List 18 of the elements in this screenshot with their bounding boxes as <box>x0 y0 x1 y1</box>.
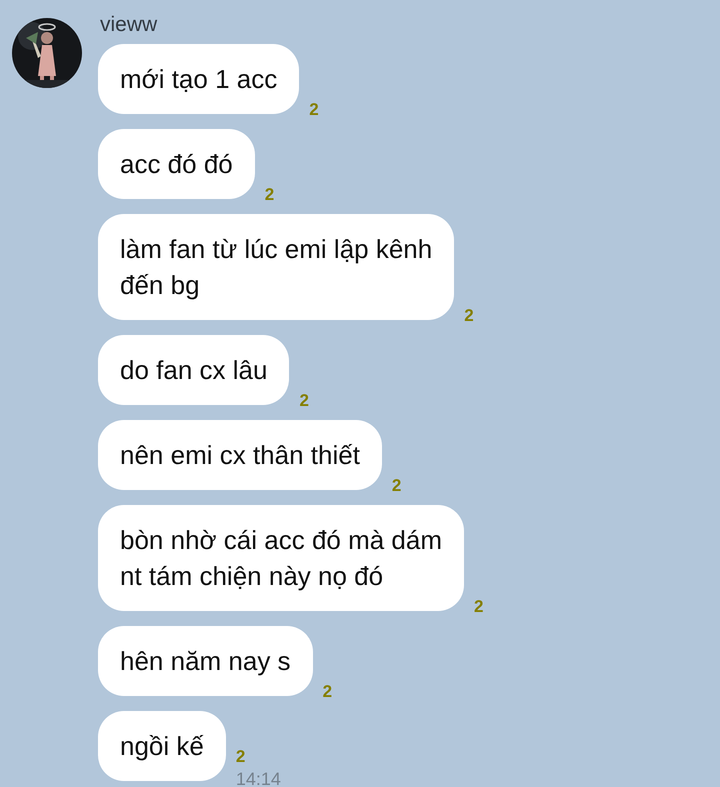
read-count: 2 <box>236 747 246 767</box>
message-bubble: acc đó đó <box>98 129 255 199</box>
sender-name: vieww <box>100 12 158 38</box>
message-bubble: nên emi cx thân thiết <box>98 420 382 490</box>
message-bubble: mới tạo 1 acc <box>98 44 300 114</box>
message-bubble: làm fan từ lúc emi lập kênh đến bg <box>98 214 454 320</box>
read-count: 2 <box>299 391 309 411</box>
message-bubble: ngồi kế <box>98 711 226 781</box>
message-bubble: hên năm nay s <box>98 626 313 696</box>
read-count: 2 <box>392 476 402 496</box>
read-count: 2 <box>474 597 484 617</box>
message-bubble: do fan cx lâu <box>98 335 290 405</box>
read-count: 2 <box>309 100 319 120</box>
message-time: 14:14 <box>236 768 281 787</box>
message-bubble: bòn nhờ cái acc đó mà dám nt tám chiện này nọ đó <box>98 505 464 611</box>
read-count: 2 <box>264 185 274 205</box>
read-count: 2 <box>322 682 332 702</box>
read-count: 2 <box>464 306 474 326</box>
